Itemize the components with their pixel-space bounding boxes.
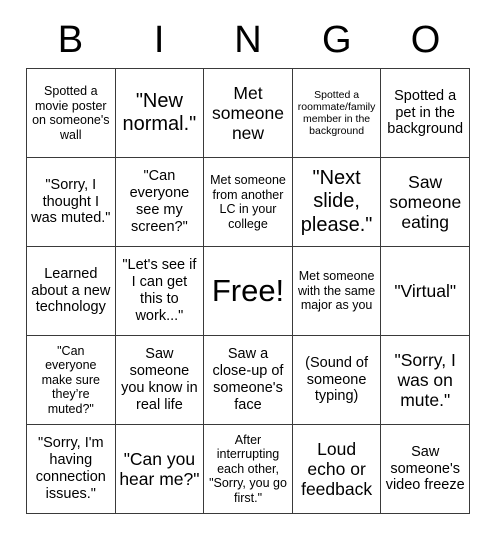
- bingo-cell-label: Met someone new: [211, 82, 284, 144]
- bingo-cell-r2c4[interactable]: "Next slide, please.": [292, 158, 382, 247]
- bingo-cell-label: Loud echo or feedback: [301, 438, 373, 500]
- bingo-cell-r5c1[interactable]: "Sorry, I'm having connection issues.": [27, 425, 116, 514]
- bingo-cell-r2c5[interactable]: Saw someone eating: [381, 158, 470, 247]
- bingo-cell-label: "Sorry, I'm having connection issues.": [35, 435, 106, 502]
- bingo-cell-label: Learned about a new technology: [31, 265, 111, 316]
- bingo-cell-r4c4[interactable]: (Sound of someone typing): [292, 336, 382, 425]
- bingo-cell-r2c3[interactable]: Met someone from another LC in your coll…: [204, 158, 293, 247]
- bingo-cell-label: "Sorry, I thought I was muted.": [31, 176, 111, 227]
- bingo-cell-label: Spotted a pet in the background: [387, 87, 464, 138]
- bingo-cell-r5c5[interactable]: Saw someone's video freeze: [381, 425, 470, 514]
- bingo-cell-r2c2[interactable]: "Can everyone see my screen?": [115, 158, 205, 247]
- bingo-cell-label: Saw someone eating: [389, 171, 462, 233]
- bingo-cell-label: "Next slide, please.": [300, 167, 373, 236]
- bingo-cell-label: Spotted a roommate/family member in the …: [297, 88, 376, 138]
- bingo-grid: Spotted a movie poster on someone's wall…: [26, 68, 470, 514]
- bingo-cell-r4c3[interactable]: Saw a close-up of someone's face: [204, 336, 293, 425]
- bingo-cell-r3c4[interactable]: Met someone with the same major as you: [292, 247, 382, 336]
- bingo-cell-r3c2[interactable]: "Let's see if I can get this to work...": [115, 247, 205, 336]
- bingo-cell-label: Met someone with the same major as you: [298, 269, 376, 313]
- bingo-cell-label: "Can everyone see my screen?": [129, 168, 190, 235]
- bingo-cell-label: Met someone from another LC in your coll…: [210, 173, 286, 231]
- bingo-cell-label: "Can everyone make sure they’re muted?": [41, 343, 100, 416]
- bingo-cell-r1c4[interactable]: Spotted a roommate/family member in the …: [292, 69, 382, 158]
- header-letter-i: I: [153, 19, 165, 61]
- bingo-cell-free-space[interactable]: Free!: [204, 247, 293, 336]
- bingo-cell-r4c5[interactable]: "Sorry, I was on mute.": [381, 336, 470, 425]
- header-letter-b: B: [57, 19, 84, 61]
- bingo-cell-label: "New normal.": [122, 89, 197, 135]
- bingo-cell-r4c2[interactable]: Saw someone you know in real life: [115, 336, 205, 425]
- bingo-cell-label: After interrupting each other, "Sorry, y…: [209, 432, 287, 505]
- bingo-cell-r5c3[interactable]: After interrupting each other, "Sorry, y…: [204, 425, 293, 514]
- bingo-cell-label: Free!: [211, 272, 285, 308]
- bingo-cell-r5c2[interactable]: "Can you hear me?": [115, 425, 205, 514]
- bingo-cell-label: Saw someone you know in real life: [121, 346, 198, 413]
- bingo-cell-label: Spotted a movie poster on someone's wall: [32, 84, 110, 142]
- bingo-cell-label: "Let's see if I can get this to work...": [122, 257, 197, 324]
- bingo-cell-r5c4[interactable]: Loud echo or feedback: [292, 425, 382, 514]
- bingo-cell-label: "Sorry, I was on mute.": [394, 349, 456, 411]
- bingo-cell-label: "Can you hear me?": [119, 448, 200, 489]
- bingo-cell-r4c1[interactable]: "Can everyone make sure they’re muted?": [27, 336, 116, 425]
- bingo-cell-label: (Sound of someone typing): [305, 354, 369, 405]
- header-letter-g: G: [322, 19, 352, 61]
- bingo-cell-r1c5[interactable]: Spotted a pet in the background: [381, 69, 470, 158]
- bingo-cell-r3c5[interactable]: "Virtual": [381, 247, 470, 336]
- bingo-cell-label: "Virtual": [394, 280, 457, 301]
- bingo-cell-r2c1[interactable]: "Sorry, I thought I was muted.": [27, 158, 116, 247]
- bingo-cell-r3c1[interactable]: Learned about a new technology: [27, 247, 116, 336]
- bingo-cell-label: Saw someone's video freeze: [385, 443, 465, 494]
- header-letter-n: N: [234, 19, 262, 61]
- bingo-cell-label: Saw a close-up of someone's face: [212, 346, 284, 413]
- bingo-cell-r1c2[interactable]: "New normal.": [115, 69, 205, 158]
- header-letter-o: O: [410, 19, 441, 61]
- bingo-card: B I N G O Spotted a movie poster on some…: [0, 0, 500, 544]
- bingo-cell-r1c3[interactable]: Met someone new: [204, 69, 293, 158]
- bingo-header: B I N G O: [26, 14, 470, 66]
- bingo-cell-r1c1[interactable]: Spotted a movie poster on someone's wall: [27, 69, 116, 158]
